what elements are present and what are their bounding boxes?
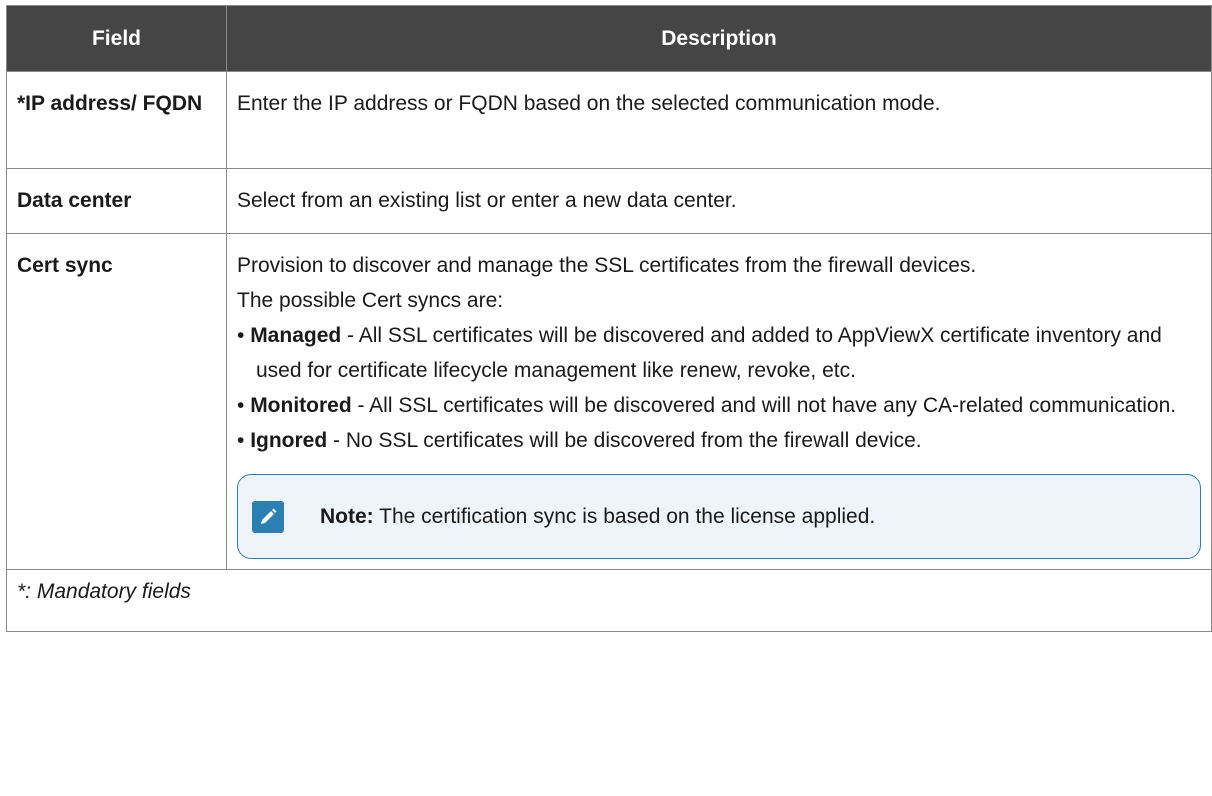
- description-cert-sync: Provision to discover and manage the SSL…: [226, 233, 1212, 570]
- header-field: Field: [6, 5, 227, 72]
- bullet-text: - All SSL certificates will be discovere…: [256, 324, 1162, 382]
- bullet-term: Managed: [250, 324, 342, 347]
- bullet-term: Ignored: [250, 429, 328, 452]
- description-ip-address: Enter the IP address or FQDN based on th…: [226, 71, 1212, 169]
- cert-sync-intro-2: The possible Cert syncs are:: [237, 289, 504, 312]
- bullet-text: - No SSL certificates will be discovered…: [327, 429, 922, 452]
- note-box: Note: The certification sync is based on…: [237, 474, 1201, 559]
- cert-sync-intro-1: Provision to discover and manage the SSL…: [237, 254, 977, 277]
- field-ip-address: *IP address/ FQDN: [6, 71, 227, 169]
- note-label: Note:: [320, 505, 374, 528]
- header-description: Description: [226, 5, 1212, 72]
- field-cert-sync: Cert sync: [6, 233, 227, 570]
- note-content: Note: The certification sync is based on…: [320, 499, 875, 534]
- note-text: The certification sync is based on the l…: [373, 505, 876, 528]
- field-data-center: Data center: [6, 168, 227, 234]
- fields-table: Field Description *IP address/ FQDN Ente…: [6, 5, 1212, 632]
- table-footer-row: *: Mandatory fields: [6, 569, 1212, 632]
- mandatory-fields-note: *: Mandatory fields: [6, 569, 1212, 632]
- bullet-term: Monitored: [250, 394, 352, 417]
- description-data-center: Select from an existing list or enter a …: [226, 168, 1212, 234]
- table-header-row: Field Description: [6, 5, 1212, 72]
- pencil-icon: [252, 500, 284, 533]
- document-page: Field Description *IP address/ FQDN Ente…: [6, 5, 1212, 632]
- field-ip-address-text: *IP address/ FQDN: [17, 92, 203, 115]
- bullet-ignored: • Ignored - No SSL certificates will be …: [237, 429, 922, 452]
- table-row: Cert sync Provision to discover and mana…: [6, 233, 1212, 570]
- bullet-monitored: • Monitored - All SSL certificates will …: [237, 394, 1177, 417]
- table-row: Data center Select from an existing list…: [6, 168, 1212, 234]
- table-row: *IP address/ FQDN Enter the IP address o…: [6, 71, 1212, 169]
- bullet-managed: • Managed - All SSL certificates will be…: [237, 324, 1162, 382]
- bullet-text: - All SSL certificates will be discovere…: [351, 394, 1177, 417]
